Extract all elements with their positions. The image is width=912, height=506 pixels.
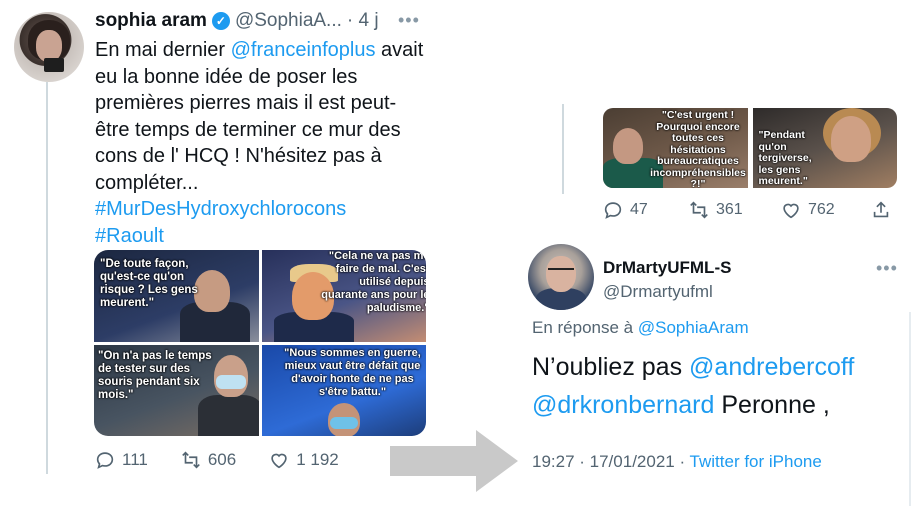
author-name[interactable]: sophia aram <box>95 10 207 32</box>
author-handle[interactable]: @Drmartyufml <box>603 282 713 302</box>
mention-link[interactable]: @drkronbernard <box>532 391 714 419</box>
reply-button[interactable]: 111 <box>94 449 148 471</box>
like-icon <box>783 203 799 219</box>
reply-icon <box>604 202 622 219</box>
hashtag-link[interactable]: #Raoult <box>95 223 425 250</box>
tweet-image[interactable]: "Cela ne va pas me faire de mal. C'est u… <box>261 250 426 342</box>
avatar[interactable] <box>528 244 594 310</box>
retweet-count: 606 <box>207 450 237 469</box>
thread-line <box>46 82 48 474</box>
avatar[interactable] <box>14 12 84 82</box>
image-quote: "Pendant qu'on tergiverse, les gens meur… <box>758 129 812 187</box>
image-quote: "Cela ne va pas me faire de mal. C'est u… <box>321 250 426 314</box>
avatar-phone <box>44 58 64 72</box>
verified-badge-icon: ✓ <box>211 12 230 30</box>
divider <box>909 312 911 506</box>
tweet-image[interactable]: "On n'a pas le temps de tester sur des s… <box>94 344 259 436</box>
tweet-time[interactable]: · 4 j <box>347 10 379 32</box>
tweet-image[interactable]: "Nous sommes en guerre, mieux vaut être … <box>261 344 426 436</box>
retweet-button[interactable]: 361 <box>688 199 780 221</box>
tweet-image[interactable]: "C'est urgent ! Pourquoi encore toutes c… <box>603 108 748 188</box>
image-quote: "Nous sommes en guerre, mieux vaut être … <box>284 346 421 398</box>
tweet-text-start: En mai dernier <box>95 39 231 61</box>
more-options-icon[interactable]: ••• <box>876 258 898 279</box>
timestamp-text[interactable]: 19:27 · 17/01/2021 · <box>532 452 690 471</box>
tweet-timestamp: 19:27 · 17/01/2021 · Twitter for iPhone <box>532 452 822 472</box>
tweet-media-grid: "De toute façon, qu'est-ce qu'on risque … <box>94 250 426 436</box>
tweet-actions: 111 606 1 192 <box>94 446 394 474</box>
like-button[interactable]: 1 192 <box>268 449 339 471</box>
reply-count: 47 <box>630 201 648 218</box>
like-icon <box>271 453 287 469</box>
retweet-button[interactable]: 606 <box>180 449 236 471</box>
image-quote: "On n'a pas le temps de tester sur des s… <box>98 349 212 401</box>
more-options-icon[interactable]: ••• <box>398 10 420 31</box>
like-count: 1 192 <box>296 450 339 469</box>
tweet-text-start: N’oubliez pas <box>532 353 690 381</box>
image-figure <box>613 128 643 164</box>
tweet-image[interactable]: "Pendant qu'on tergiverse, les gens meur… <box>752 108 897 188</box>
reply-count: 111 <box>122 450 148 469</box>
avatar-glasses <box>548 268 574 274</box>
image-figure <box>329 416 358 429</box>
retweet-icon <box>690 201 708 219</box>
share-button[interactable] <box>870 199 898 221</box>
tweet-text-rest: Peronne , <box>714 391 830 419</box>
retweet-count: 361 <box>716 201 743 218</box>
reply-icon <box>96 452 114 469</box>
tweet-text-rest: avait eu la bonne idée de poser les prem… <box>95 39 424 194</box>
image-figure <box>830 116 871 162</box>
hashtag-link[interactable]: #MurDesHydroxychlorocons <box>95 196 425 223</box>
retweet-icon <box>182 451 200 469</box>
image-quote: "C'est urgent ! Pourquoi encore toutes c… <box>650 109 746 188</box>
author-handle[interactable]: @SophiaA... <box>235 10 342 32</box>
client-link[interactable]: Twitter for iPhone <box>690 452 822 471</box>
tweet-actions: 47 361 762 <box>602 196 898 224</box>
tweet-image[interactable]: "De toute façon, qu'est-ce qu'on risque … <box>94 250 259 342</box>
arrow-right-icon <box>390 430 518 492</box>
author-name[interactable]: DrMartyUFML-S <box>603 258 731 278</box>
mention-link[interactable]: @andrebercoff <box>689 353 854 381</box>
replying-prefix: En réponse à <box>532 318 638 337</box>
tweet-header: sophia aram ✓ @SophiaA... · 4 j <box>95 8 379 34</box>
mention-link[interactable]: @franceinfoplus <box>231 39 376 61</box>
mention-link[interactable]: @SophiaAram <box>638 318 749 337</box>
reply-button[interactable]: 47 <box>602 199 688 221</box>
thread-line <box>562 104 564 194</box>
replying-to: En réponse à @SophiaAram <box>532 318 749 338</box>
like-button[interactable]: 762 <box>780 199 870 221</box>
image-figure <box>216 374 246 389</box>
image-quote: "De toute façon, qu'est-ce qu'on risque … <box>100 258 198 309</box>
share-icon <box>873 201 889 218</box>
tweet-media-grid: "C'est urgent ! Pourquoi encore toutes c… <box>603 108 897 188</box>
tweet-text: En mai dernier @franceinfoplus avait eu … <box>95 37 425 249</box>
like-count: 762 <box>808 201 835 218</box>
avatar-face <box>546 256 576 292</box>
tweet-text: N’oubliez pas @andrebercoff @drkronbernar… <box>532 348 904 424</box>
